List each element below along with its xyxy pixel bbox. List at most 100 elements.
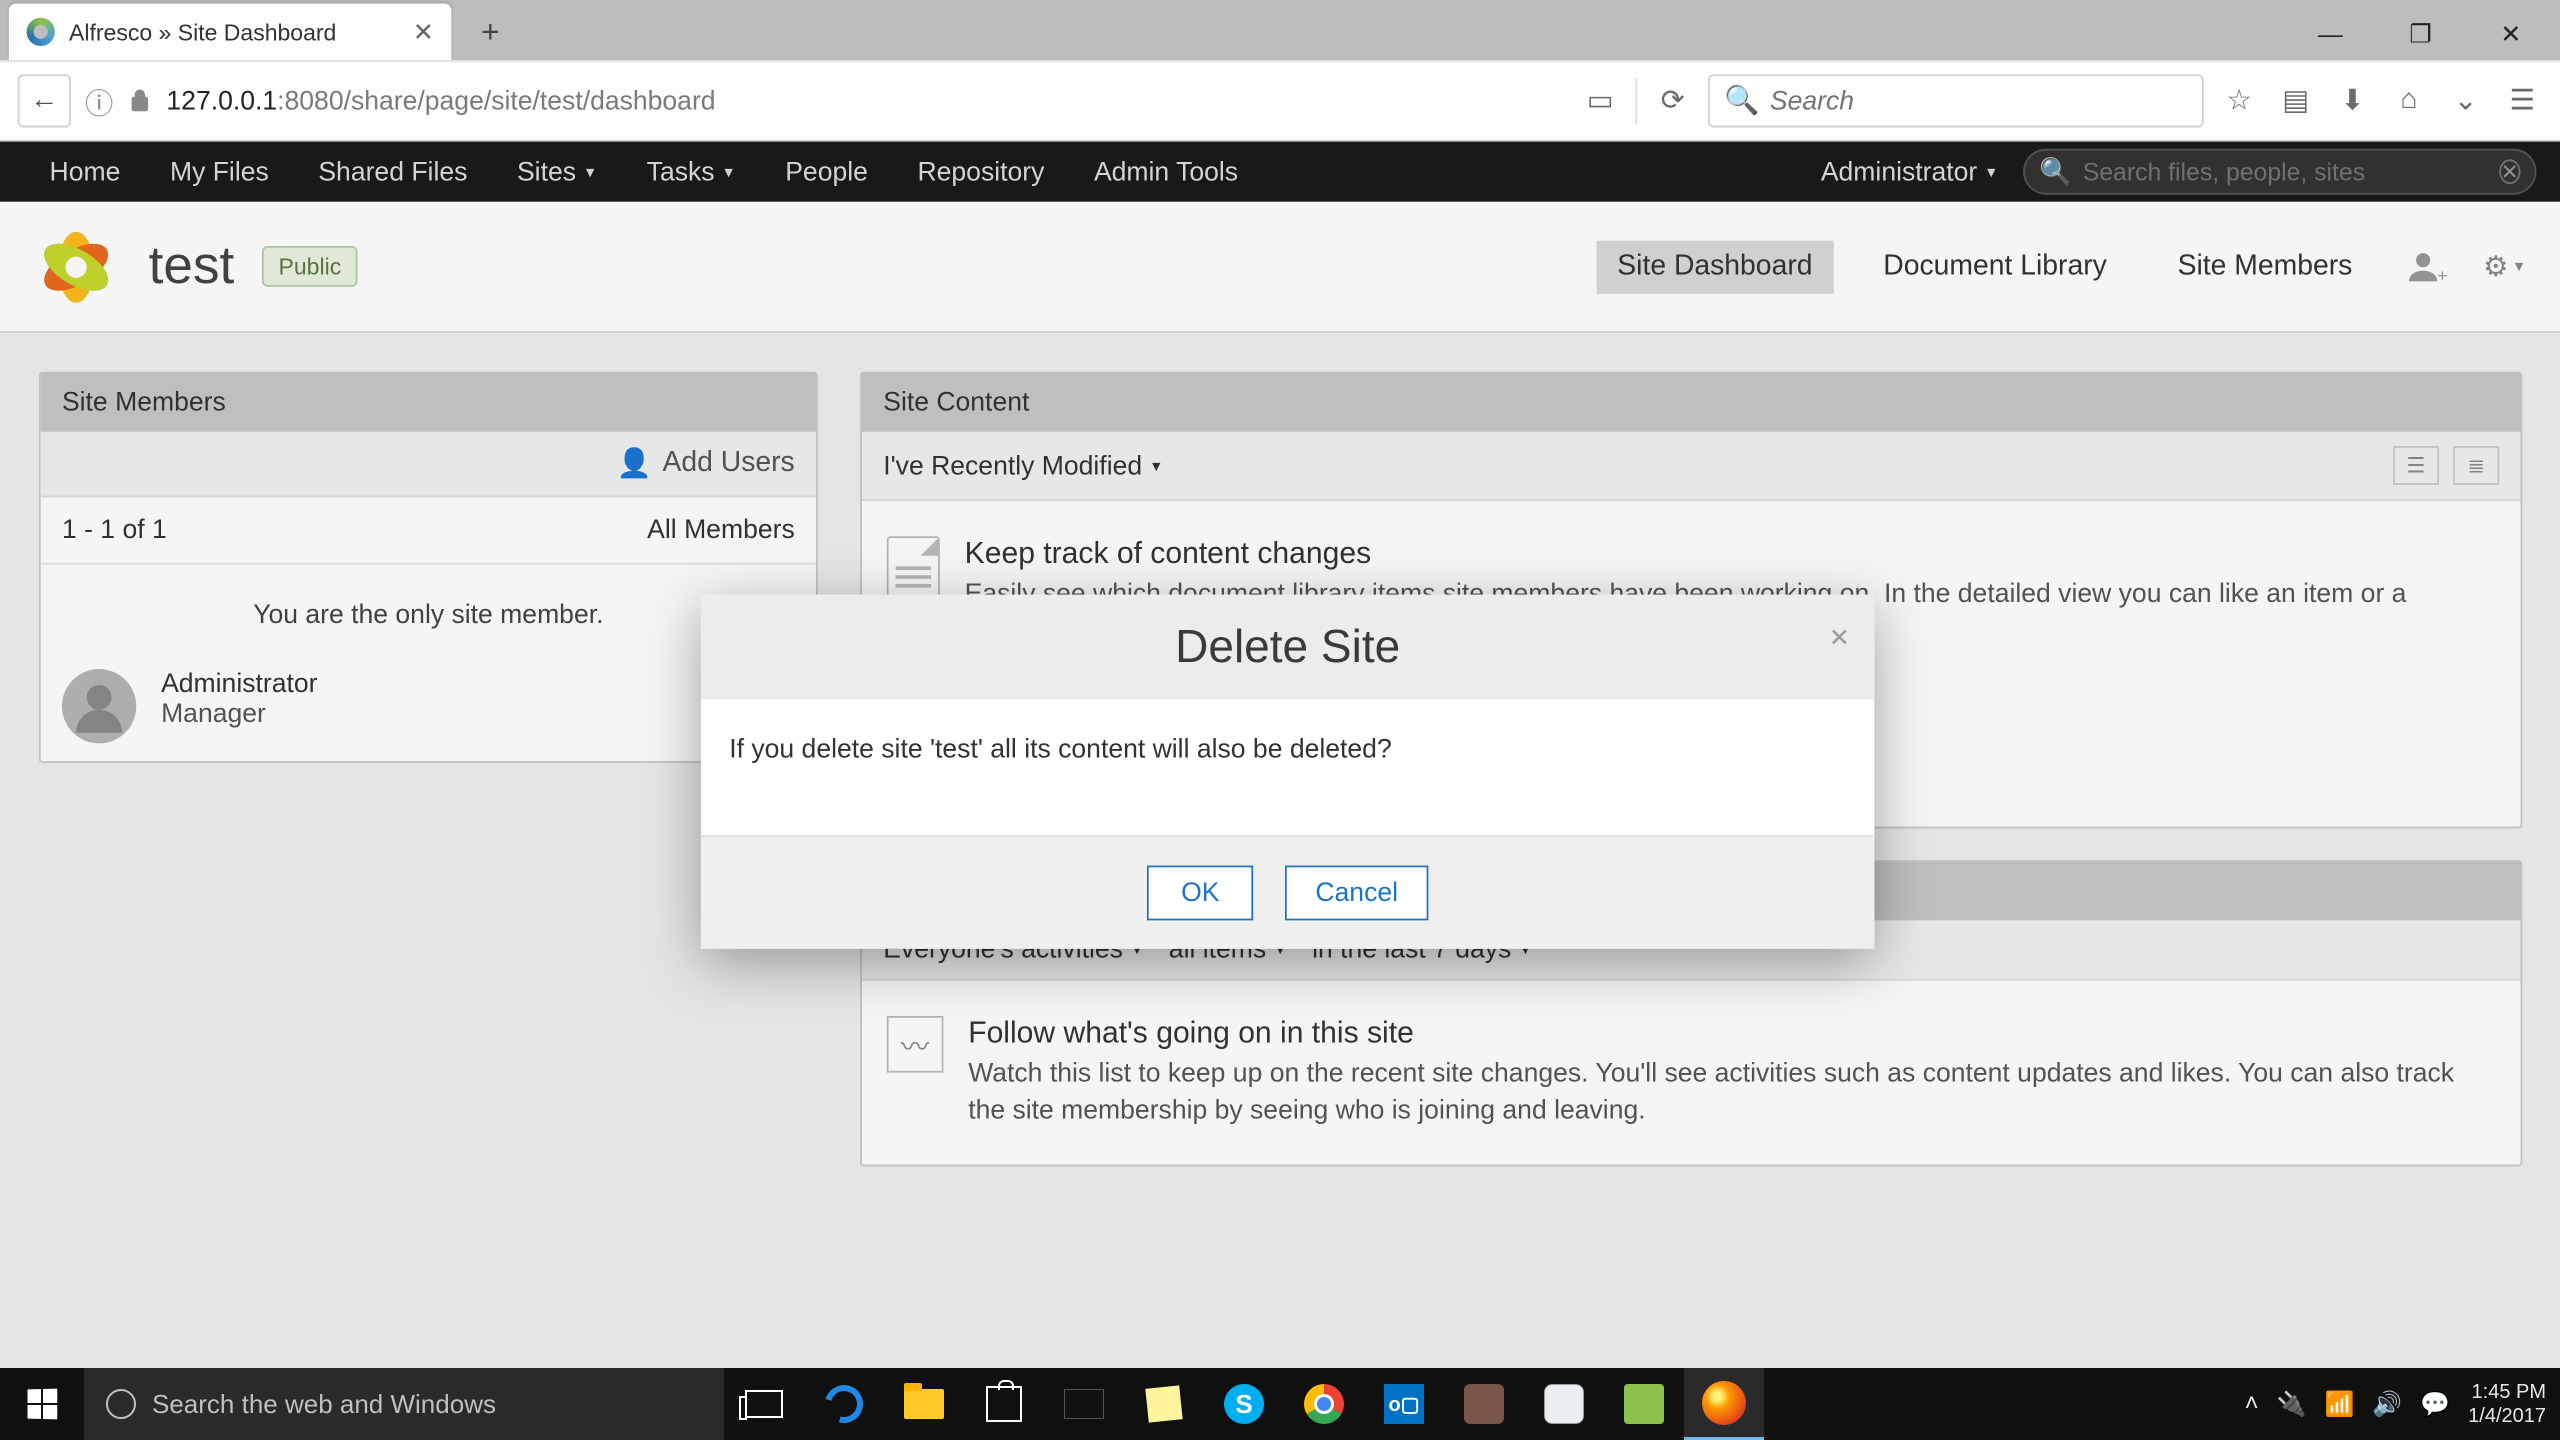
member-name[interactable]: Administrator (161, 669, 317, 699)
taskbar-skype[interactable]: S (1204, 1368, 1284, 1440)
dialog-message: If you delete site 'test' all its conten… (701, 699, 1875, 835)
search-icon: 🔍 (1724, 83, 1759, 118)
tray-volume-icon[interactable]: 🔊 (2372, 1390, 2402, 1419)
start-button[interactable] (0, 1368, 84, 1440)
nav-sites[interactable]: Sites▼ (492, 142, 622, 202)
tab-site-members[interactable]: Site Members (2156, 240, 2373, 293)
task-view-button[interactable] (724, 1368, 804, 1440)
reload-button[interactable]: ⟳ (1651, 80, 1693, 122)
nav-people[interactable]: People (760, 142, 892, 202)
all-members-link[interactable]: All Members (647, 515, 795, 545)
dashlet-title: Site Content (862, 373, 2520, 431)
url-text[interactable]: 127.0.0.1:8080/share/page/site/test/dash… (166, 86, 715, 116)
content-item-title: Keep track of content changes (965, 536, 2496, 571)
tab-document-library[interactable]: Document Library (1862, 240, 2128, 293)
tray-wifi-icon[interactable]: 📶 (2324, 1390, 2354, 1419)
visibility-badge: Public (263, 246, 358, 287)
taskbar-edge[interactable] (804, 1368, 884, 1440)
back-button[interactable]: ← (18, 74, 71, 127)
reader-mode-icon[interactable]: ▭ (1579, 80, 1621, 122)
window-maximize-button[interactable]: ❐ (2381, 7, 2461, 60)
avatar-icon (62, 669, 136, 743)
nav-tasks[interactable]: Tasks▼ (622, 142, 761, 202)
activity-icon: 〰 (887, 1016, 944, 1073)
taskbar-app-3[interactable] (1604, 1368, 1684, 1440)
cortana-icon (106, 1389, 136, 1419)
bookmark-star-icon[interactable]: ☆ (2218, 80, 2260, 122)
taskbar-outlook[interactable]: o▢ (1364, 1368, 1444, 1440)
bookmarks-menu-icon[interactable]: ▤ (2274, 80, 2316, 122)
nav-my-files[interactable]: My Files (145, 142, 293, 202)
pocket-icon[interactable]: ⌄ (2444, 80, 2486, 122)
nav-admin-tools[interactable]: Admin Tools (1069, 142, 1263, 202)
alfresco-search-input[interactable] (2083, 158, 2489, 186)
caret-down-icon: ▼ (1149, 458, 1163, 474)
taskbar-app-2[interactable] (1524, 1368, 1604, 1440)
taskbar-explorer[interactable] (884, 1368, 964, 1440)
taskbar-app-1[interactable] (1444, 1368, 1524, 1440)
tab-title: Alfresco » Site Dashboard (69, 19, 399, 46)
invite-user-icon[interactable]: + (2402, 242, 2452, 292)
tab-site-dashboard[interactable]: Site Dashboard (1596, 240, 1834, 293)
caret-down-icon: ▼ (722, 164, 736, 180)
browser-search-box[interactable]: 🔍 (1708, 74, 2204, 127)
nav-repository[interactable]: Repository (893, 142, 1069, 202)
alfresco-search[interactable]: 🔍 ✕ (2023, 149, 2536, 195)
dashlet-title: Site Members (41, 373, 816, 431)
tray-power-icon[interactable]: 🔌 (2277, 1390, 2307, 1419)
cancel-button[interactable]: Cancel (1285, 866, 1428, 921)
site-header: test Public Site Dashboard Document Libr… (0, 202, 2560, 333)
taskbar-cmd[interactable] (1044, 1368, 1124, 1440)
cortana-placeholder: Search the web and Windows (152, 1389, 496, 1420)
nav-shared-files[interactable]: Shared Files (294, 142, 493, 202)
window-close-button[interactable]: ✕ (2471, 7, 2551, 60)
home-icon[interactable]: ⌂ (2388, 80, 2430, 122)
member-role: Manager (161, 699, 317, 729)
taskbar-chrome[interactable] (1284, 1368, 1364, 1440)
member-list-item: Administrator Manager (41, 651, 816, 761)
only-member-message: You are the only site member. (41, 565, 816, 652)
browser-search-input[interactable] (1770, 86, 2188, 116)
site-config-icon[interactable]: ⚙▼ (2480, 242, 2530, 292)
tray-notifications-icon[interactable]: 💬 (2420, 1390, 2450, 1419)
menu-icon[interactable]: ☰ (2501, 80, 2543, 122)
alfresco-favicon (27, 18, 55, 46)
add-users-link[interactable]: 👤 Add Users (617, 446, 795, 481)
user-icon: 👤 (617, 446, 652, 481)
caret-down-icon: ▼ (583, 164, 597, 180)
document-icon (887, 536, 940, 600)
taskbar-firefox[interactable] (1684, 1368, 1764, 1440)
activity-item-desc: Watch this list to keep up on the recent… (968, 1055, 2496, 1129)
close-tab-icon[interactable]: ✕ (413, 17, 434, 47)
detailed-view-icon[interactable]: ≣ (2453, 446, 2499, 485)
site-identity-icon[interactable]: ⓘ (85, 80, 113, 122)
nav-home[interactable]: Home (25, 142, 145, 202)
alfresco-logo-icon (32, 222, 121, 311)
clear-search-icon[interactable]: ✕ (2499, 159, 2520, 184)
window-titlebar: Alfresco » Site Dashboard ✕ + — ❐ ✕ (0, 0, 2560, 60)
member-count: 1 - 1 of 1 (62, 515, 167, 545)
window-minimize-button[interactable]: — (2290, 7, 2370, 60)
content-filter[interactable]: I've Recently Modified▼ (883, 450, 1163, 480)
tray-overflow-icon[interactable]: ˄ (2245, 1390, 2259, 1418)
new-tab-button[interactable]: + (469, 11, 511, 53)
activity-item-title: Follow what's going on in this site (968, 1016, 2496, 1051)
permissions-icon[interactable] (127, 89, 152, 114)
downloads-icon[interactable]: ⬇ (2331, 80, 2373, 122)
dialog-title: Delete Site ✕ (701, 595, 1875, 699)
alfresco-top-nav: Home My Files Shared Files Sites▼ Tasks▼… (0, 142, 2560, 202)
browser-toolbar: ← ⓘ 127.0.0.1:8080/share/page/site/test/… (0, 60, 2560, 141)
simple-view-icon[interactable]: ☰ (2393, 446, 2439, 485)
windows-taskbar: Search the web and Windows S o▢ ˄ 🔌 📶 🔊 … (0, 1368, 2560, 1440)
site-name: test (149, 236, 235, 296)
ok-button[interactable]: OK (1147, 866, 1253, 921)
caret-down-icon: ▼ (1984, 164, 1998, 180)
dialog-close-icon[interactable]: ✕ (1829, 623, 1850, 653)
nav-user-menu[interactable]: Administrator▼ (1796, 142, 2023, 202)
browser-tab[interactable]: Alfresco » Site Dashboard ✕ (9, 4, 452, 61)
search-icon: 🔍 (2039, 156, 2072, 188)
tray-clock[interactable]: 1:45 PM 1/4/2017 (2468, 1380, 2546, 1428)
taskbar-store[interactable] (964, 1368, 1044, 1440)
cortana-search[interactable]: Search the web and Windows (84, 1368, 724, 1440)
taskbar-sticky-notes[interactable] (1124, 1368, 1204, 1440)
